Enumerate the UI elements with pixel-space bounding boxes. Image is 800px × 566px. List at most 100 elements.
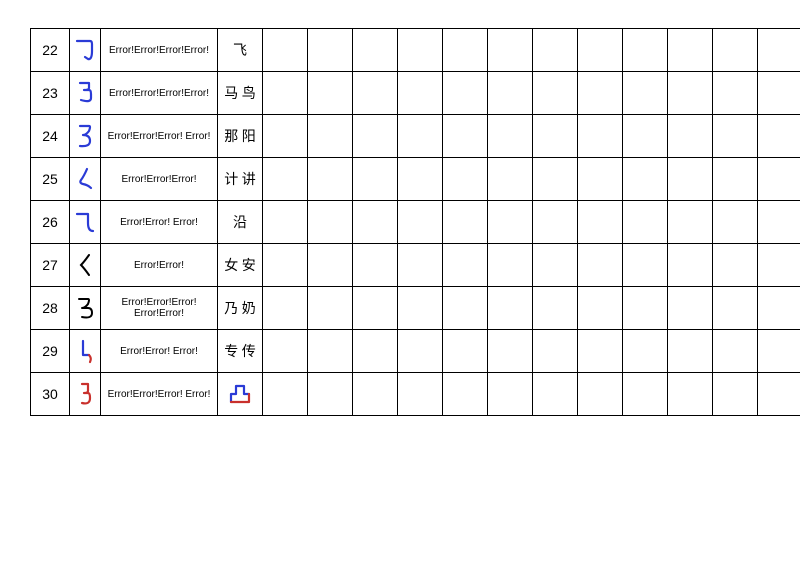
blank-cell [668,72,713,115]
blank-cell [758,201,800,244]
blank-cell [488,244,533,287]
blank-cell [398,201,443,244]
blank-cell [398,29,443,72]
stroke-29-icon [74,338,96,364]
stroke-cell [70,244,101,287]
blank-cell [263,158,308,201]
blank-cell [578,287,623,330]
desc-cell: Error!Error!Error! [101,158,218,201]
blank-cell [668,330,713,373]
blank-cell [263,373,308,416]
desc-cell: Error!Error!Error!Error! [101,72,218,115]
blank-cell [263,72,308,115]
stroke-cell [70,72,101,115]
stroke-cell [70,29,101,72]
table-row: 26 Error!Error! Error! 沿 [31,201,800,244]
blank-cell [578,115,623,158]
blank-cell [713,244,758,287]
blank-cell [398,72,443,115]
stroke-27-icon [74,252,96,278]
example-cell: 计 讲 [218,158,263,201]
table-row: 27 Error!Error! 女 安 [31,244,800,287]
blank-cell [263,244,308,287]
stroke-cell [70,287,101,330]
blank-cell [308,287,353,330]
blank-cell [353,115,398,158]
blank-cell [533,330,578,373]
blank-cell [713,115,758,158]
example-cell: 那 阳 [218,115,263,158]
row-number: 26 [31,201,70,244]
stroke-cell [70,158,101,201]
blank-cell [353,287,398,330]
blank-cell [533,158,578,201]
desc-cell: Error!Error!Error! Error! [101,115,218,158]
stroke-cell [70,330,101,373]
blank-cell [713,158,758,201]
blank-cell [308,115,353,158]
blank-cell [398,115,443,158]
desc-cell: Error!Error!Error! Error! [101,373,218,416]
blank-cell [263,29,308,72]
table-row: 23 Error!Error!Error!Error! 马 鸟 [31,72,800,115]
blank-cell [623,244,668,287]
example-30-icon [228,382,252,406]
table-row: 29 Error!Error! Error! 专 传 [31,330,800,373]
blank-cell [533,287,578,330]
stroke-cell [70,201,101,244]
blank-cell [353,244,398,287]
blank-cell [713,201,758,244]
blank-cell [533,244,578,287]
stroke-22-icon [74,37,96,63]
blank-cell [398,373,443,416]
blank-cell [713,330,758,373]
blank-cell [398,158,443,201]
blank-cell [578,72,623,115]
blank-cell [533,373,578,416]
blank-cell [713,373,758,416]
blank-cell [443,201,488,244]
blank-cell [308,373,353,416]
example-cell: 马 鸟 [218,72,263,115]
table-row: 24 Error!Error!Error! Error! 那 阳 [31,115,800,158]
blank-cell [488,330,533,373]
blank-cell [623,115,668,158]
blank-cell [533,29,578,72]
example-cell: 女 安 [218,244,263,287]
row-number: 29 [31,330,70,373]
row-number: 22 [31,29,70,72]
blank-cell [263,115,308,158]
stroke-30-icon [74,381,96,407]
stroke-28-icon [74,295,96,321]
example-cell [218,373,263,416]
blank-cell [758,72,800,115]
row-number: 30 [31,373,70,416]
blank-cell [578,373,623,416]
stroke-23-icon [74,80,96,106]
blank-cell [623,287,668,330]
blank-cell [488,373,533,416]
blank-cell [263,201,308,244]
blank-cell [443,72,488,115]
blank-cell [758,330,800,373]
blank-cell [308,201,353,244]
blank-cell [308,244,353,287]
blank-cell [578,201,623,244]
desc-cell: Error!Error! Error! [101,330,218,373]
blank-cell [758,287,800,330]
blank-cell [758,373,800,416]
blank-cell [488,201,533,244]
blank-cell [488,72,533,115]
blank-cell [488,287,533,330]
blank-cell [308,158,353,201]
blank-cell [353,201,398,244]
blank-cell [443,287,488,330]
blank-cell [308,29,353,72]
stroke-24-icon [74,123,96,149]
blank-cell [443,330,488,373]
blank-cell [623,201,668,244]
blank-cell [578,330,623,373]
blank-cell [398,244,443,287]
blank-cell [668,201,713,244]
stroke-cell [70,115,101,158]
